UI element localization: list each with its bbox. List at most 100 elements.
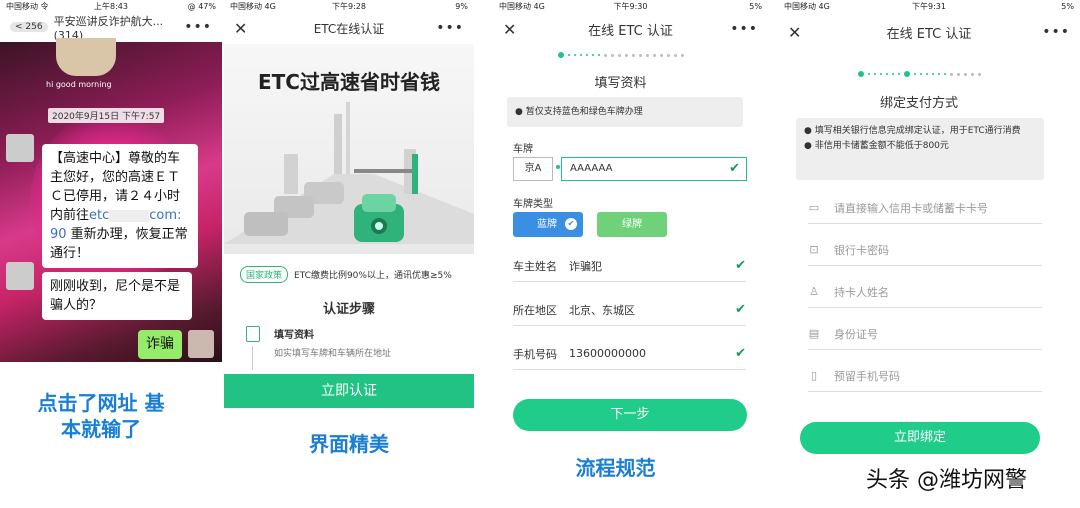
caption-standard-process: 流程规范 [575,456,656,480]
reserved-phone-input[interactable]: ▯ 预留手机号码 [808,360,1042,392]
sticker-text: hi good morning [46,80,112,89]
phone-label: 手机号码 [513,347,557,361]
plate-label: 车牌 [513,144,533,155]
phone-row[interactable]: 手机号码 13600000000 ✔ [513,338,746,370]
check-icon: ✔ [735,302,746,317]
card-icon: ▭ [808,201,820,214]
policy-line: 国家政策 ETC缴费比例90%以上，通讯优惠≥5% [240,266,452,283]
redacted-block [109,209,150,222]
check-icon: ✔ [729,161,740,176]
form-icon [246,326,260,342]
notice-box: ● 暂仅支持蓝色和绿色车牌办理 [507,97,743,127]
more-icon[interactable]: ••• [730,21,758,37]
banner-title: ETC过高速省时省钱 [258,70,440,94]
phone-icon: ▯ [810,369,818,382]
policy-text: ETC缴费比例90%以上，通讯优惠≥5% [294,271,452,281]
type-blue-label: 蓝牌 [537,219,557,230]
step-connector [252,346,253,370]
message-bubble-reply: 诈骗 [138,330,182,359]
type-green-button[interactable]: 绿牌 [597,212,667,237]
sender-avatar[interactable] [6,134,34,162]
caption-nice-ui: 界面精美 [309,432,389,456]
card-placeholder: 请直接输入信用卡或储蓄卡卡号 [834,201,988,215]
chat-header: < 256 平安巡讲反诈护航大... (314) ••• [0,14,222,42]
back-button[interactable]: < 256 [10,22,48,32]
plate-dot [556,165,560,169]
selected-check-icon: ✔ [565,218,577,230]
status-time: 下午9:31 [912,2,946,11]
watermark: 头条 @潍坊网警 [866,468,1027,493]
status-time: 下午9:30 [613,2,648,11]
check-icon: ✔ [735,258,746,273]
id-number-input[interactable]: ▤ 身份证号 [808,318,1042,350]
region-value: 北京、东城区 [569,303,635,317]
notice-line-2: ● 非信用卡储蓄金额不能低于800元 [804,141,949,151]
phone-value: 13600000000 [569,347,646,360]
holder-placeholder: 持卡人姓名 [834,285,889,299]
chat-background: hi good morning 2020年9月15日 下午7:57 【高速中心】… [0,38,222,362]
owner-name-row[interactable]: 车主姓名 诈骗犯 ✔ [513,250,746,282]
phone-placeholder: 预留手机号码 [834,369,900,383]
message-link[interactable]: etc [89,208,109,223]
nav-bar: ✕ 在线 ETC 认证 ••• [778,14,1080,50]
more-icon[interactable]: ••• [1042,24,1070,40]
self-avatar[interactable] [188,330,214,358]
progress-dots [493,52,748,58]
notice-line-1: ● 填写相关银行信息完成绑定认证，用于ETC通行消费 [804,126,1021,136]
nav-bar: ✕ ETC在线认证 ••• [224,14,474,42]
message-link-port[interactable]: 90 [50,227,67,242]
message-bubble-question: 刚刚收到，尼个是不是骗人的？ [42,272,192,320]
bind-now-button[interactable]: 立即绑定 [800,422,1040,454]
step1-desc: 如实填写车牌和车辆所在地址 [274,349,392,359]
id-placeholder: 身份证号 [834,327,878,341]
region-row[interactable]: 所在地区 北京、东城区 ✔ [513,294,746,326]
close-icon[interactable]: ✕ [788,23,801,42]
id-card-icon: ▤ [808,327,820,340]
password-placeholder: 银行卡密码 [834,243,889,257]
sticker-image [56,38,116,76]
card-password-input[interactable]: ⊡ 银行卡密码 [808,234,1042,266]
plate-input[interactable]: AAAAAA ✔ [561,157,747,181]
check-icon: ✔ [735,346,746,361]
steps-title: 认证步骤 [322,302,375,317]
page-title: 在线 ETC 认证 [588,23,673,39]
more-icon[interactable]: ••• [184,19,212,35]
section-title: 绑定支付方式 [879,96,958,111]
close-icon[interactable]: ✕ [503,20,516,39]
card-number-input[interactable]: ▭ 请直接输入信用卡或储蓄卡卡号 [808,192,1042,224]
highway-illustration [224,102,474,244]
name-label: 车主姓名 [513,259,557,273]
fill-info-panel: 中国移动 4G 下午9:30 5% ✕ 在线 ETC 认证 ••• 填写资料 ●… [493,0,768,508]
type-blue-button[interactable]: 蓝牌 ✔ [513,212,583,237]
status-bar: 中国移动 4G 下午9:30 5% [493,0,768,14]
nav-bar: ✕ 在线 ETC 认证 ••• [493,14,768,44]
hero-banner: ETC过高速省时省钱 [224,44,474,254]
name-value: 诈骗犯 [569,259,602,273]
message-text-2: 重新办理，恢复正常通行！ [50,227,188,261]
caption-clicked-link: 点击了网址 基本就输了 [37,391,165,441]
status-bar: 中国移动 4G 下午9:31 5% [778,0,1080,14]
bind-payment-panel: 中国移动 4G 下午9:31 5% ✕ 在线 ETC 认证 ••• 绑定支付方式… [778,0,1080,508]
verify-now-button[interactable]: 立即认证 [224,374,474,408]
lock-icon: ⊡ [809,243,819,256]
region-label: 所在地区 [513,303,557,317]
section-title: 填写资料 [594,76,647,91]
plate-value: AAAAAA [570,163,613,174]
sender-avatar-2[interactable] [6,262,34,290]
policy-tag: 国家政策 [240,266,289,283]
chat-screenshot-panel: 中国移动 令 上午8:43 @ 47% < 256 平安巡讲反诈护航大... (… [0,0,222,508]
message-link-suffix[interactable]: com: [149,208,181,223]
close-icon[interactable]: ✕ [234,19,247,38]
type-label: 车牌类型 [513,199,553,210]
message-bubble-sms: 【高速中心】尊敬的车主您好，您的高速ＥＴＣ已停用，请２４小时内前往etc com:… [42,144,198,268]
date-stamp: 2020年9月15日 下午7:57 [48,108,165,123]
progress-dots [778,71,1060,77]
status-time: 下午9:28 [332,2,366,11]
etc-landing-panel: 中国移动 4G 下午9:28 9% ✕ ETC在线认证 ••• ETC过高速省时… [224,0,474,508]
next-step-button[interactable]: 下一步 [513,399,747,431]
card-holder-input[interactable]: ♙ 持卡人姓名 [808,276,1042,308]
more-icon[interactable]: ••• [436,20,464,36]
user-icon: ♙ [809,285,819,298]
step1-title: 填写资料 [274,330,314,341]
plate-prefix-select[interactable]: 京A [513,157,553,181]
